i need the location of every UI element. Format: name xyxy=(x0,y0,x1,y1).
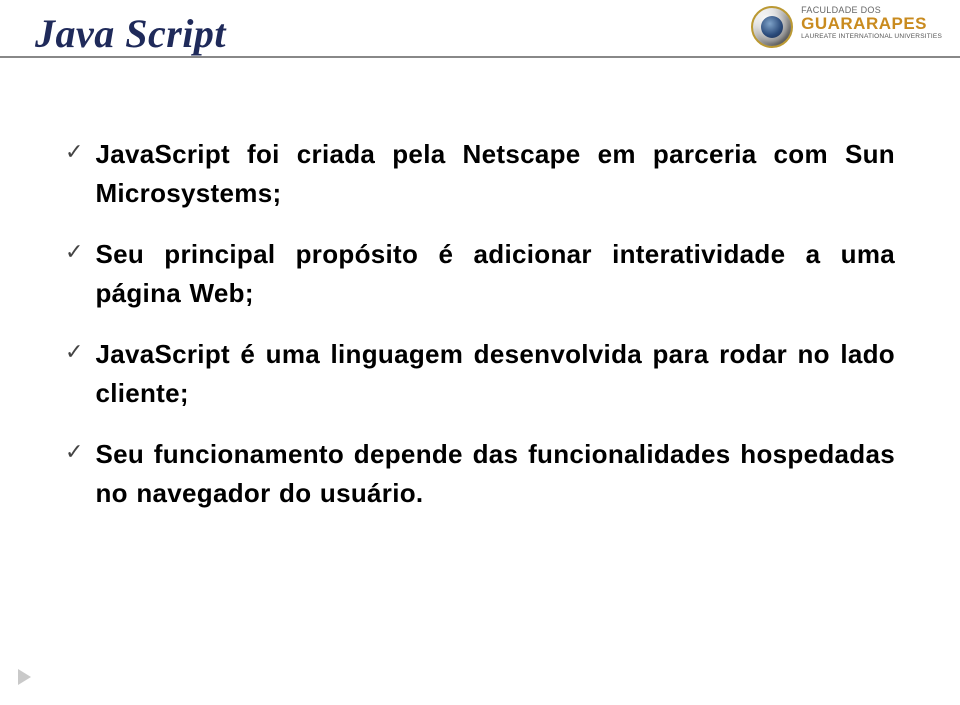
checkmark-icon: ✓ xyxy=(65,235,83,269)
logo-line2: GUARARAPES xyxy=(801,15,942,32)
title-underline xyxy=(0,56,960,58)
list-item: ✓ Seu funcionamento depende das funciona… xyxy=(65,435,895,513)
checkmark-icon: ✓ xyxy=(65,335,83,369)
globe-badge-icon xyxy=(751,6,793,48)
bullet-text: JavaScript é uma linguagem desenvolvida … xyxy=(95,335,895,413)
content-area: ✓ JavaScript foi criada pela Netscape em… xyxy=(35,135,905,513)
bullet-text: JavaScript foi criada pela Netscape em p… xyxy=(95,135,895,213)
checkmark-icon: ✓ xyxy=(65,435,83,469)
checkmark-icon: ✓ xyxy=(65,135,83,169)
institution-logo: FACULDADE DOS GUARARAPES LAUREATE INTERN… xyxy=(751,6,942,48)
list-item: ✓ Seu principal propósito é adicionar in… xyxy=(65,235,895,313)
bullet-text: Seu funcionamento depende das funcionali… xyxy=(95,435,895,513)
list-item: ✓ JavaScript é uma linguagem desenvolvid… xyxy=(65,335,895,413)
bullet-text: Seu principal propósito é adicionar inte… xyxy=(95,235,895,313)
slide: Java Script FACULDADE DOS GUARARAPES LAU… xyxy=(0,0,960,705)
arrow-right-icon xyxy=(18,669,31,685)
logo-text: FACULDADE DOS GUARARAPES LAUREATE INTERN… xyxy=(801,6,942,41)
list-item: ✓ JavaScript foi criada pela Netscape em… xyxy=(65,135,895,213)
logo-line3: LAUREATE INTERNATIONAL UNIVERSITIES xyxy=(801,34,942,41)
